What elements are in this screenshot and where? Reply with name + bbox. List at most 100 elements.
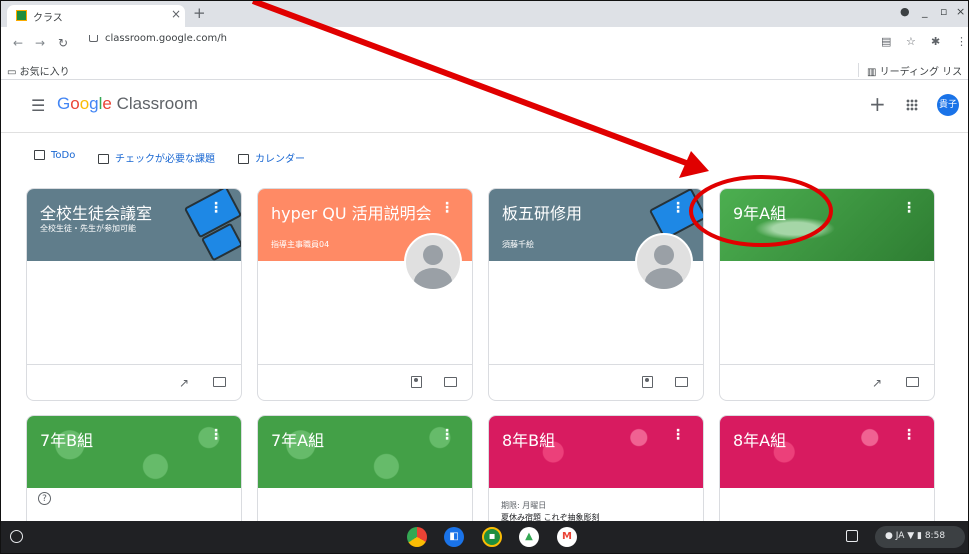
clipboard-icon[interactable] — [846, 530, 858, 542]
calendar-icon — [238, 154, 249, 164]
card-more-icon[interactable]: ⋮ — [209, 200, 223, 216]
launcher-icon[interactable] — [10, 530, 23, 543]
class-card[interactable]: 板五研修用 須藤千絵 ⋮ — [488, 188, 704, 401]
class-card-footer — [258, 364, 472, 400]
reload-icon[interactable]: ↻ — [58, 36, 68, 50]
class-card-title[interactable]: 8年B組 — [502, 427, 555, 451]
due-label: 期限: 月曜日 — [501, 501, 547, 510]
drive-icon[interactable]: ▲ — [519, 527, 539, 547]
class-card[interactable]: 9年A組 ⋮ ↗ — [719, 188, 935, 401]
card-more-icon[interactable]: ⋮ — [440, 427, 454, 443]
class-card-banner[interactable]: 7年A組 ⋮ — [258, 416, 472, 488]
status-text: ● JA ▼ ▮ 8:58 — [885, 531, 946, 541]
class-card-title[interactable]: 9年A組 — [733, 200, 786, 224]
class-card-title[interactable]: 7年B組 — [40, 427, 93, 451]
card-more-icon[interactable]: ⋮ — [902, 427, 916, 443]
teacher-avatar — [635, 233, 693, 291]
card-more-icon[interactable]: ⋮ — [671, 200, 685, 216]
class-card-title[interactable]: 7年A組 — [271, 427, 324, 451]
class-card-title[interactable]: 8年A組 — [733, 427, 786, 451]
class-card[interactable]: 8年B組 ⋮ 期限: 月曜日 夏休み宿題 これぞ抽象彫刻 — [488, 415, 704, 537]
card-more-icon[interactable]: ⋮ — [209, 427, 223, 443]
todo-link[interactable]: ToDo — [34, 150, 75, 161]
class-card-banner[interactable]: 8年B組 ⋮ — [489, 416, 703, 488]
trending-icon[interactable]: ↗ — [872, 376, 882, 390]
classroom-icon[interactable]: ▪ — [482, 527, 502, 547]
status-label: JA ▼ ▮ 8:58 — [895, 531, 946, 541]
chromeos-shelf: ◧ ▪ ▲ M ● JA ▼ ▮ 8:58 — [1, 521, 968, 553]
profile-icon[interactable]: ● — [900, 5, 910, 18]
folder-icon[interactable] — [213, 377, 226, 387]
class-card[interactable]: 全校生徒会議室 全校生徒・先生が参加可能 ⋮ ↗ — [26, 188, 242, 401]
student-work-icon[interactable] — [411, 376, 422, 388]
tab-close-icon[interactable]: × — [171, 7, 181, 21]
classroom-subbar: ToDo チェックが必要な課題 カレンダー — [1, 147, 968, 169]
card-more-icon[interactable]: ⋮ — [902, 200, 916, 216]
bookmarks-bar: ▭ お気に入り ▥ リーディング リスト — [1, 61, 968, 93]
todo-icon — [34, 150, 45, 160]
screen: クラス × + ● _ ▫ × ← → ↻ classroom.google.c… — [0, 0, 969, 554]
google-classroom-logo[interactable]: Google Classroom — [57, 94, 198, 114]
trending-icon[interactable]: ↗ — [179, 376, 189, 390]
status-tray[interactable]: ● JA ▼ ▮ 8:58 — [875, 526, 965, 548]
class-card[interactable]: 8年A組 ⋮ — [719, 415, 935, 537]
extensions-icon[interactable]: ✱ — [931, 35, 940, 48]
class-card-banner[interactable]: 7年B組 ⋮ — [27, 416, 241, 488]
browser-toolbar: ← → ↻ classroom.google.com/h ▤ ☆ ✱ ⋮ — [1, 27, 968, 61]
class-card-title[interactable]: 全校生徒会議室 — [40, 200, 152, 224]
close-window-icon[interactable]: × — [956, 5, 965, 18]
class-card-banner[interactable]: 8年A組 ⋮ — [720, 416, 934, 488]
tab-title: クラス — [33, 13, 63, 24]
account-avatar[interactable]: 貴子 — [937, 94, 959, 116]
url-text: classroom.google.com/h — [105, 33, 227, 44]
folder-icon[interactable] — [444, 377, 457, 387]
bookmark-folder[interactable]: ▭ お気に入り — [7, 63, 70, 78]
add-class-button[interactable]: + — [869, 92, 886, 116]
bookmark-star-icon[interactable]: ☆ — [906, 35, 916, 48]
bookmarks-divider — [858, 63, 859, 77]
bookmark-folder-label: お気に入り — [19, 67, 70, 78]
browser-tab[interactable]: クラス × — [7, 5, 185, 27]
folder-icon[interactable] — [675, 377, 688, 387]
lock-icon — [89, 35, 98, 42]
review-icon — [98, 154, 109, 164]
minimize-icon[interactable]: _ — [922, 5, 928, 18]
class-card-footer: ↗ — [27, 364, 241, 400]
review-link[interactable]: チェックが必要な課題 — [98, 150, 215, 165]
folder-icon[interactable] — [906, 377, 919, 387]
menu-dots-icon[interactable]: ⋮ — [956, 35, 967, 48]
files-icon[interactable]: ◧ — [444, 527, 464, 547]
gmail-icon[interactable]: M — [557, 527, 577, 547]
todo-label: ToDo — [51, 150, 76, 161]
card-more-icon[interactable]: ⋮ — [440, 200, 454, 216]
back-arrow-icon[interactable]: ← — [13, 36, 23, 50]
google-apps-icon[interactable] — [906, 99, 918, 111]
class-card-teacher: 須藤千絵 — [502, 240, 534, 249]
class-card[interactable]: hyper QU 活用説明会 指導主事職員04 ⋮ — [257, 188, 473, 401]
card-more-icon[interactable]: ⋮ — [671, 427, 685, 443]
chrome-icon[interactable] — [407, 527, 427, 547]
calendar-link[interactable]: カレンダー — [238, 150, 305, 165]
class-card[interactable]: 7年B組 ⋮ ? — [26, 415, 242, 537]
classroom-favicon-icon — [16, 10, 27, 21]
review-label: チェックが必要な課題 — [115, 154, 215, 165]
forward-arrow-icon[interactable]: → — [35, 36, 45, 50]
class-card-banner[interactable]: 9年A組 ⋮ — [720, 189, 934, 261]
class-card-footer: ↗ — [720, 364, 934, 400]
address-bar[interactable]: classroom.google.com/h — [85, 31, 845, 55]
class-card-teacher: 指導主事職員04 — [271, 240, 330, 249]
hamburger-menu-icon[interactable]: ☰ — [31, 96, 45, 115]
class-card-banner[interactable]: 全校生徒会議室 全校生徒・先生が参加可能 ⋮ — [27, 189, 241, 262]
student-work-icon[interactable] — [642, 376, 653, 388]
brand-product-name: Classroom — [111, 94, 198, 113]
class-card-section: 全校生徒・先生が参加可能 — [40, 224, 136, 233]
class-card-title[interactable]: 板五研修用 — [502, 200, 582, 224]
new-tab-button[interactable]: + — [193, 4, 206, 22]
translate-icon[interactable]: ▤ — [881, 35, 891, 48]
class-card-footer — [489, 364, 703, 400]
class-card-title[interactable]: hyper QU 活用説明会 — [271, 200, 432, 224]
class-card[interactable]: 7年A組 ⋮ — [257, 415, 473, 537]
browser-tab-bar: クラス × + ● _ ▫ × — [1, 1, 968, 27]
help-icon[interactable]: ? — [38, 492, 51, 505]
restore-icon[interactable]: ▫ — [940, 5, 947, 18]
